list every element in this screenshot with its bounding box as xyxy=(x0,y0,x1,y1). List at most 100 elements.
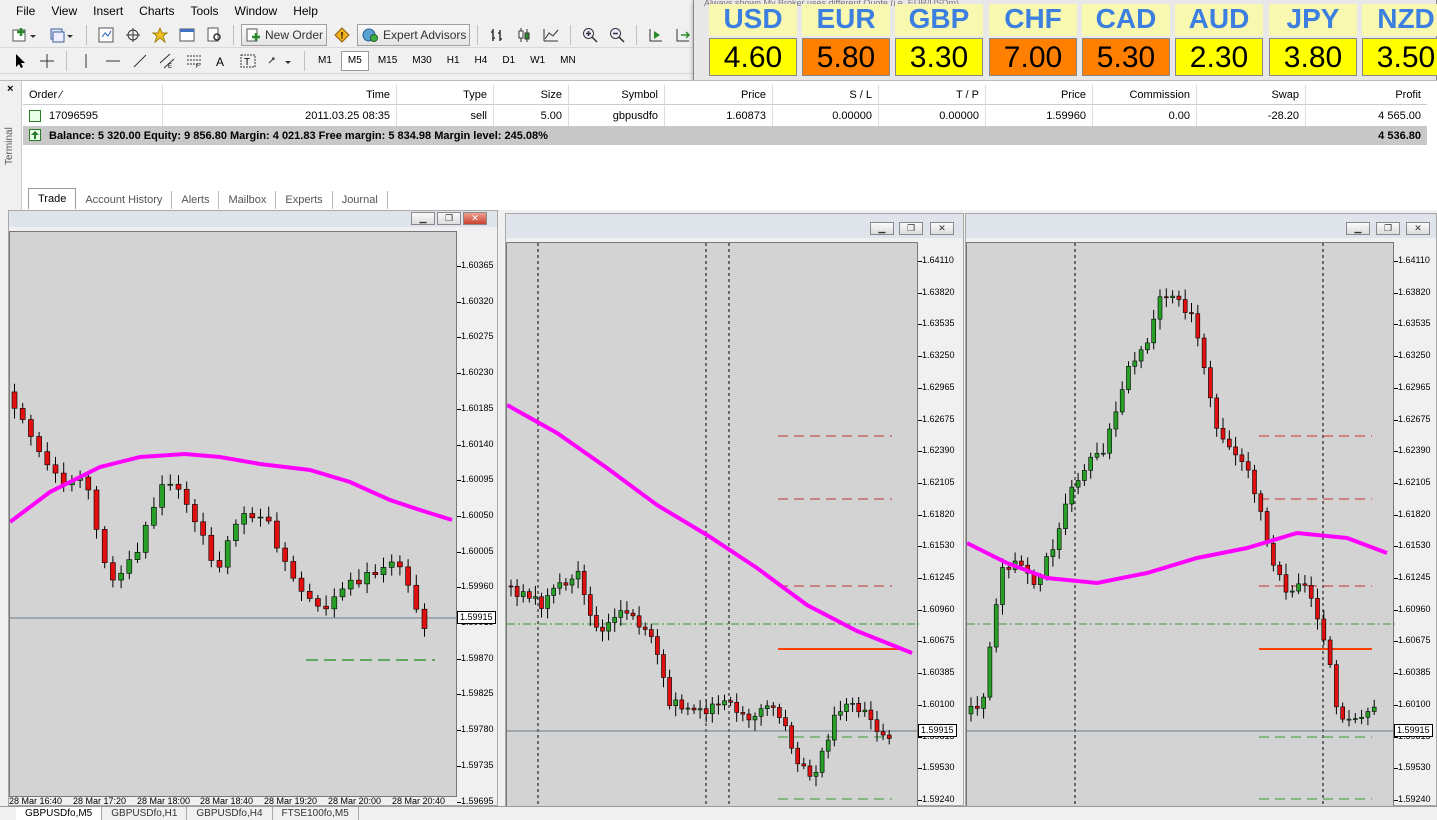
col-sl[interactable]: S / L xyxy=(773,85,879,104)
candle-body xyxy=(282,547,288,562)
col-size[interactable]: Size xyxy=(494,85,569,104)
cell-tp: 0.00000 xyxy=(879,106,986,126)
price-label: 1.60230 xyxy=(461,367,494,378)
timeframe-d1[interactable]: D1 xyxy=(496,51,521,71)
vertical-line-icon[interactable] xyxy=(74,50,98,72)
timeframe-m30[interactable]: M30 xyxy=(406,51,437,71)
menu-insert[interactable]: Insert xyxy=(85,0,131,22)
table-row[interactable]: 17096595 2011.03.25 08:35 sell 5.00 gbpu… xyxy=(23,106,1427,126)
col-type[interactable]: Type xyxy=(397,85,494,104)
candle-body xyxy=(789,725,794,749)
col-profit[interactable]: Profit xyxy=(1306,85,1427,104)
timeframe-m5[interactable]: M5 xyxy=(340,50,369,71)
timeframe-w1[interactable]: W1 xyxy=(524,51,551,71)
col-commission[interactable]: Commission xyxy=(1093,85,1197,104)
col-current-price[interactable]: Price xyxy=(986,85,1093,104)
tab-journal[interactable]: Journal xyxy=(333,191,388,209)
menu-charts[interactable]: Charts xyxy=(131,0,182,22)
currency-code: JPY xyxy=(1269,4,1357,36)
data-window-icon[interactable] xyxy=(121,24,145,46)
zoom-in-icon[interactable] xyxy=(578,24,602,46)
navigator-icon[interactable] xyxy=(148,24,172,46)
text-icon[interactable]: A xyxy=(209,50,233,72)
close-icon[interactable]: ✕ xyxy=(1406,222,1430,235)
crosshair-icon[interactable] xyxy=(35,50,59,72)
timeframe-h1[interactable]: H1 xyxy=(441,51,466,71)
bar-chart-icon[interactable] xyxy=(485,24,509,46)
metaeditor-icon[interactable]: ! xyxy=(330,24,354,46)
menu-file[interactable]: File xyxy=(8,0,43,22)
minimize-icon[interactable]: ▁ xyxy=(1346,222,1370,235)
market-watch-icon[interactable] xyxy=(94,24,118,46)
chart-plot-area[interactable] xyxy=(8,231,458,797)
price-label: 1.59240 xyxy=(1398,793,1431,804)
candle-body xyxy=(151,507,157,526)
horizontal-line-icon[interactable] xyxy=(101,50,125,72)
chart-window-h4: ▁ ❐ ✕ 1.64110 1.63820 1.63535 1.63250 1.6296… xyxy=(965,213,1437,808)
terminal-icon[interactable] xyxy=(175,24,199,46)
zoom-out-icon[interactable] xyxy=(605,24,629,46)
menu-tools[interactable]: Tools xyxy=(183,0,227,22)
timeframe-m15[interactable]: M15 xyxy=(372,51,403,71)
tab-gbpusdfo-h4[interactable]: GBPUSDfo,H4 xyxy=(187,807,273,820)
candle-body xyxy=(520,591,526,597)
price-label: 1.63250 xyxy=(922,350,955,361)
tab-gbpusdfo-h1[interactable]: GBPUSDfo,H1 xyxy=(102,807,188,820)
maximize-icon[interactable]: ❐ xyxy=(437,212,461,225)
timeframe-mn[interactable]: MN xyxy=(554,51,582,71)
cursor-icon[interactable] xyxy=(8,50,32,72)
timeframe-h4[interactable]: H4 xyxy=(469,51,494,71)
col-symbol[interactable]: Symbol xyxy=(569,85,665,104)
tab-ftse100fo-m5[interactable]: FTSE100fo,M5 xyxy=(273,807,359,820)
col-time[interactable]: Time xyxy=(163,85,397,104)
time-label: 28 Mar 20:40 xyxy=(392,796,446,806)
close-icon[interactable]: ✕ xyxy=(463,212,487,225)
chart-plot-area[interactable] xyxy=(966,242,1395,808)
candle-body xyxy=(801,763,807,767)
menu-view[interactable]: View xyxy=(43,0,85,22)
candle-body xyxy=(569,578,575,586)
trendline-icon[interactable] xyxy=(128,50,152,72)
tab-gbpusdfo-m5[interactable]: GBPUSDfo,M5 xyxy=(16,807,103,820)
equidistant-channel-icon[interactable]: E xyxy=(155,50,179,72)
minimize-icon[interactable]: ▁ xyxy=(411,212,435,225)
col-swap[interactable]: Swap xyxy=(1197,85,1306,104)
close-terminal-icon[interactable]: × xyxy=(7,83,13,95)
new-order-button[interactable]: New Order xyxy=(241,23,328,46)
col-tp[interactable]: T / P xyxy=(879,85,986,104)
timeframe-m1[interactable]: M1 xyxy=(312,51,338,71)
col-order[interactable]: Order ⁄ xyxy=(23,85,163,104)
tab-trade[interactable]: Trade xyxy=(28,188,77,209)
chart-window-titlebar[interactable] xyxy=(506,214,963,238)
tab-experts[interactable]: Experts xyxy=(276,191,333,209)
close-icon[interactable]: ✕ xyxy=(930,222,954,235)
candlestick-icon[interactable] xyxy=(512,24,536,46)
menu-window[interactable]: Window xyxy=(227,0,286,22)
fibonacci-icon[interactable]: F xyxy=(182,50,206,72)
tab-alerts[interactable]: Alerts xyxy=(172,191,220,209)
maximize-icon[interactable]: ❐ xyxy=(1376,222,1400,235)
line-chart-icon[interactable] xyxy=(539,24,563,46)
tab-account-history[interactable]: Account History xyxy=(76,191,173,209)
minimize-icon[interactable]: ▁ xyxy=(870,222,894,235)
col-price[interactable]: Price xyxy=(665,85,773,104)
candle-body xyxy=(838,711,843,716)
tab-mailbox[interactable]: Mailbox xyxy=(219,191,277,209)
profiles-icon[interactable] xyxy=(45,24,79,46)
strategy-tester-icon[interactable] xyxy=(202,24,226,46)
candle-body xyxy=(1119,389,1125,413)
chart-shift-icon[interactable] xyxy=(671,24,695,46)
candle-body xyxy=(600,626,605,632)
menu-help[interactable]: Help xyxy=(285,0,326,22)
arrows-icon[interactable] xyxy=(263,50,297,72)
new-chart-icon[interactable] xyxy=(8,24,42,46)
expert-advisors-button[interactable]: Expert Advisors xyxy=(357,23,471,46)
autoscroll-icon[interactable] xyxy=(644,24,668,46)
candle-body xyxy=(557,582,563,589)
text-label-icon[interactable]: T xyxy=(236,50,260,72)
chart-plot-area[interactable] xyxy=(506,242,919,808)
expert-advisors-icon xyxy=(362,28,379,42)
maximize-icon[interactable]: ❐ xyxy=(899,222,923,235)
candle-body xyxy=(110,562,116,581)
cell-swap: -28.20 xyxy=(1197,106,1306,126)
